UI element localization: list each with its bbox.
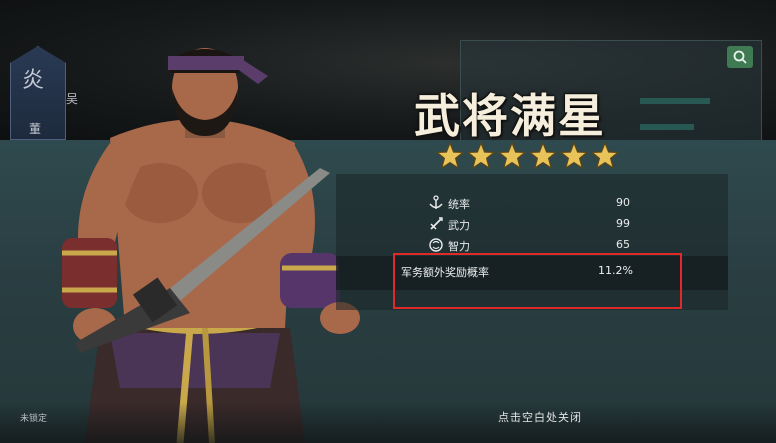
stat-value: 90: [616, 196, 630, 209]
star-icon: [529, 142, 557, 170]
bg-stat-bar: [640, 124, 694, 130]
star-icon: [467, 142, 495, 170]
star-icon: [498, 142, 526, 170]
bg-stat-bar: [640, 98, 710, 104]
stat-value: 65: [616, 238, 630, 251]
anchor-icon: [429, 195, 443, 209]
footer-strip[interactable]: [0, 402, 776, 443]
stat-value: 99: [616, 217, 630, 230]
stat-label: 武力: [448, 219, 470, 232]
general-portrait: [62, 48, 360, 443]
stat-row-command: 统率 90: [428, 193, 638, 213]
stat-row-force: 武力 99: [428, 214, 638, 234]
star-icon: [560, 142, 588, 170]
stat-label: 智力: [448, 240, 470, 253]
lock-status: 未锁定: [20, 414, 48, 424]
star-icon: [591, 142, 619, 170]
star-icon: [436, 142, 464, 170]
close-hint[interactable]: 点击空白处关闭: [498, 409, 582, 425]
highlight-annotation: [393, 253, 682, 309]
search-button[interactable]: [727, 46, 753, 68]
star-rating: [436, 142, 619, 170]
page-title: 武将满星: [414, 89, 606, 143]
stat-label: 统率: [448, 198, 470, 211]
brain-icon: [429, 238, 443, 252]
stat-row-intelligence: 智力 65: [428, 235, 638, 255]
sword-icon: [430, 217, 443, 230]
search-icon: [733, 50, 747, 64]
